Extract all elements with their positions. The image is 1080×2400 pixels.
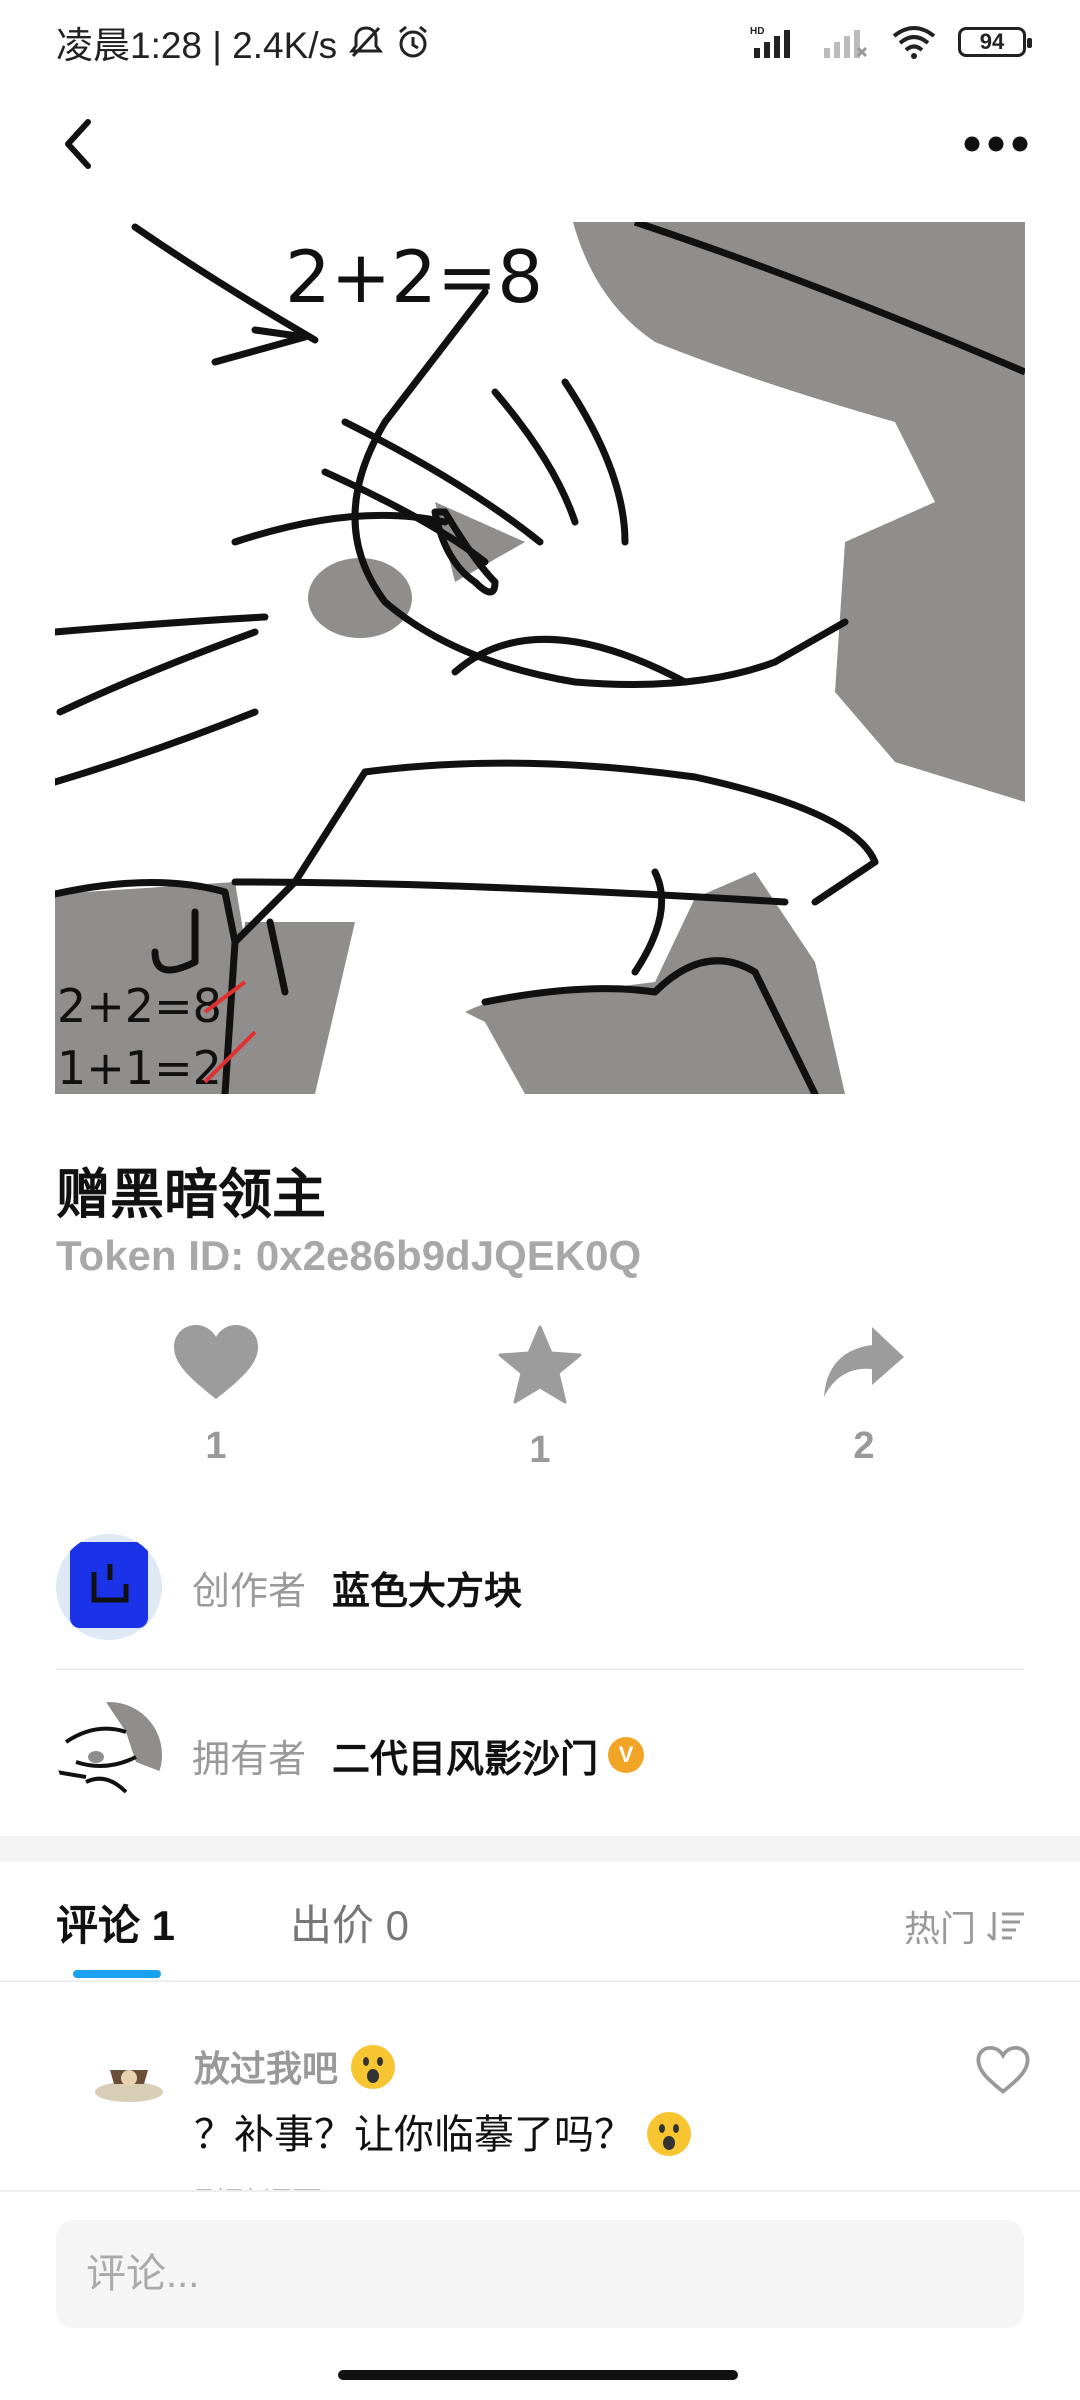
top-nav <box>0 100 1080 192</box>
scream-emoji-icon <box>350 2045 395 2089</box>
hd-signal-icon: HD <box>750 26 790 58</box>
owner-avatar[interactable] <box>56 1702 162 1808</box>
star-icon <box>498 1325 582 1404</box>
nft-artwork[interactable]: 2+2=8 2+2=8 1+1=2 <box>55 222 1025 1094</box>
heart-icon <box>174 1325 258 1399</box>
owner-name[interactable]: 二代目风影沙门 <box>332 1728 598 1783</box>
owner-role-label: 拥有者 <box>192 1738 307 1781</box>
heart-outline-icon <box>976 2045 1030 2094</box>
bottom-bar: 评论... <box>0 2190 1080 2400</box>
status-bar: 凌晨1:28 | 2.4K/s HD 94 <box>0 0 1080 84</box>
mute-icon <box>349 26 384 58</box>
status-right: HD 94 <box>750 24 1032 60</box>
signal-icon <box>824 30 868 58</box>
battery-level: 94 <box>979 29 1005 54</box>
comment-author[interactable]: 放过我吧 <box>194 2040 395 2092</box>
battery-icon: 94 <box>958 27 1032 57</box>
nft-title: 赠黑暗领主 <box>56 1163 326 1226</box>
creator-name[interactable]: 蓝色大方块 <box>332 1560 522 1615</box>
wifi-icon <box>892 26 936 59</box>
comment-author-name: 放过我吧 <box>194 2049 339 2090</box>
back-button[interactable] <box>48 114 108 174</box>
sort-button[interactable]: 热门 <box>904 1900 1026 1952</box>
section-separator <box>0 1836 1080 1862</box>
svg-text:HD: HD <box>750 26 764 37</box>
more-horizontal-icon <box>964 136 1028 152</box>
favorite-count: 1 <box>529 1429 551 1471</box>
comment-body: ？补事？让你临摹了吗？ <box>194 2112 634 2158</box>
artwork-text-1: 2+2=8 <box>285 235 543 319</box>
tab-comments[interactable]: 评论 1 <box>56 1892 175 1953</box>
home-indicator[interactable] <box>338 2370 738 2380</box>
artwork-text-3: 1+1=2 <box>57 1041 222 1094</box>
comment-text: ？补事？让你临摹了吗？ <box>194 2102 691 2160</box>
like-action[interactable]: 1 <box>146 1325 286 1468</box>
status-time: 凌晨1:28 | 2.4K/s <box>56 25 338 66</box>
comment-avatar[interactable] <box>86 2036 172 2122</box>
more-button[interactable] <box>956 114 1036 174</box>
sort-label: 热门 <box>903 1908 976 1949</box>
scream-emoji-icon <box>646 2112 691 2156</box>
artwork-drawing: 2+2=8 2+2=8 1+1=2 <box>55 222 1025 1094</box>
status-left: 凌晨1:28 | 2.4K/s <box>56 15 431 69</box>
favorite-action[interactable]: 1 <box>470 1325 610 1472</box>
active-tab-indicator <box>73 1970 161 1978</box>
verified-badge-icon: V <box>608 1737 645 1773</box>
chevron-left-icon <box>65 119 91 169</box>
tab-bids[interactable]: 出价 0 <box>290 1892 409 1953</box>
comment-like-button[interactable] <box>976 2045 1030 2099</box>
share-icon <box>824 1327 904 1397</box>
artwork-text-2: 2+2=8 <box>57 979 222 1033</box>
tab-bar: 评论 1 出价 0 热门 <box>0 1862 1080 1982</box>
token-id: Token ID: 0x2e86b9dJQEK0Q <box>56 1232 642 1279</box>
creator-row[interactable]: 创作者 蓝色大方块 <box>56 1512 1024 1662</box>
creator-avatar[interactable] <box>56 1534 162 1640</box>
comment-input[interactable]: 评论... <box>56 2220 1024 2328</box>
owner-row[interactable]: 拥有者 二代目风影沙门 V <box>56 1680 1024 1830</box>
alarm-icon <box>399 25 428 58</box>
divider <box>56 1668 1024 1670</box>
share-action[interactable]: 2 <box>794 1325 934 1468</box>
share-count: 2 <box>853 1425 875 1467</box>
sort-icon <box>986 1912 1024 1942</box>
like-count: 1 <box>205 1425 227 1467</box>
creator-role-label: 创作者 <box>192 1570 307 1613</box>
